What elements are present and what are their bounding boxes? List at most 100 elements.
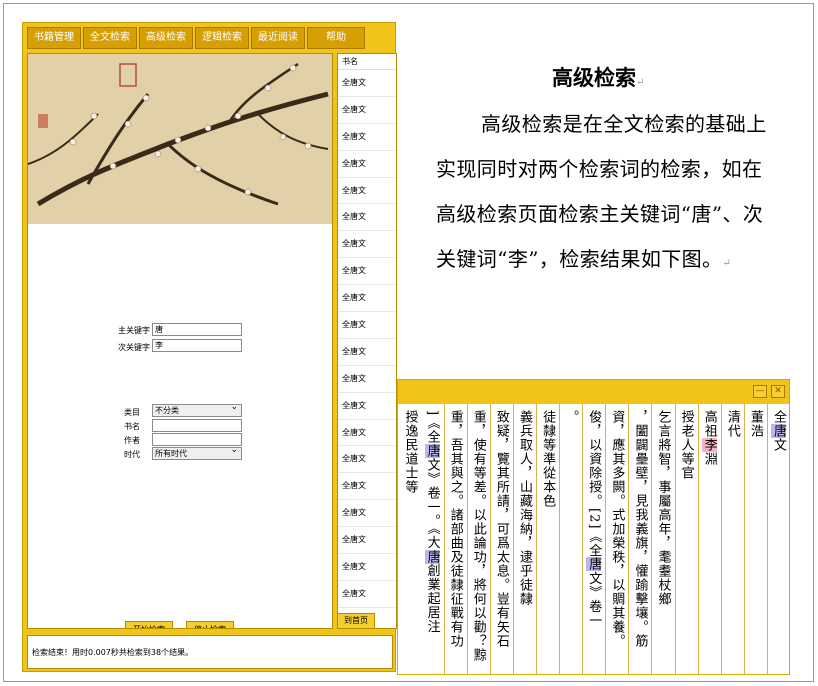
paragraph-mark-icon: ↵ xyxy=(722,258,732,269)
text-segment: 徒隸等準從本色 xyxy=(540,410,556,508)
text-column: 授逸民道士等 xyxy=(398,404,421,674)
highlighted-keyword: 唐 xyxy=(586,557,602,572)
menu-bar: 书籍管理 全文检索 高级检索 逻辑检索 最近阅读 帮助 xyxy=(27,27,365,49)
result-row[interactable]: 全唐文 xyxy=(338,204,396,232)
result-row[interactable]: 全唐文 xyxy=(338,178,396,205)
text-segment: 資，應其多闕。式加榮秩，以賙其養。 xyxy=(609,410,625,648)
text-column: 致疑，覽其所請，可爲太息。豈有矢石 xyxy=(491,404,514,674)
text-segment: 乞言將智，事屬高年，耄耋杖鄉 xyxy=(655,410,671,606)
result-list-header: 书名 xyxy=(338,54,396,70)
menu-logic-search[interactable]: 逻辑检索 xyxy=(195,27,249,49)
minimize-icon[interactable]: — xyxy=(753,385,767,398)
text-segment: 全 xyxy=(771,410,786,424)
text-segment: 高祖 xyxy=(701,410,717,438)
text-segment: 文》卷一。《大 xyxy=(424,458,440,550)
text-segment: 俊，以資除授。[2]《全 xyxy=(586,410,602,558)
text-segment: 重，吾其與之。諸部曲及徒隸征戰有功 xyxy=(447,410,463,648)
text-segment: 文》卷一 xyxy=(586,571,602,628)
text-column: 授老人等官 xyxy=(676,404,699,674)
result-row[interactable]: 全唐文 xyxy=(338,151,396,178)
text-segment: 浩 xyxy=(747,424,763,438)
text-reader-window: — ✕ 全唐文 董浩 清代 高祖李淵 授老人等官 乞言將智，事屬高年，耄耋杖鄉 ，闔闢壘壁，… xyxy=(397,379,790,675)
result-row[interactable]: 全唐文 xyxy=(338,554,396,581)
text-segment: 義兵取人，山藏海納，逮乎徒隸 xyxy=(516,410,532,606)
highlighted-keyword: 唐 xyxy=(771,424,786,438)
menu-help[interactable]: 帮助 xyxy=(307,27,365,49)
vertical-text-columns: 全唐文 董浩 清代 高祖李淵 授老人等官 乞言將智，事屬高年，耄耋杖鄉 ，闔闢壘壁，見我義旗… xyxy=(398,404,789,674)
highlighted-keyword: 唐 xyxy=(424,444,440,459)
result-row[interactable]: 全唐文 xyxy=(338,393,396,420)
author-input[interactable] xyxy=(152,433,242,446)
result-row[interactable]: 全唐文 xyxy=(338,231,396,259)
text-column: 義兵取人，山藏海納，逮乎徒隸 xyxy=(514,404,537,674)
text-column: 俊，以資除授。[2]《全唐文》卷一 xyxy=(583,404,607,674)
category-label: 类目 xyxy=(124,408,140,417)
text-segment: ，闔闢壘壁，見我義旗，懽踰擊壤。筋 xyxy=(632,410,648,648)
text-segment: 重，使有等差。以此論功，將何以勸？黥 xyxy=(470,410,486,662)
search-panel: 主关键字 唐 次关键字 李 类目 不分类 书名 作者 时代 所有时代 开始检索 … xyxy=(27,53,333,629)
close-icon[interactable]: ✕ xyxy=(771,385,785,398)
text-segment: 董 xyxy=(747,410,763,424)
menu-recent-reading[interactable]: 最近阅读 xyxy=(251,27,305,49)
text-segment: 致疑，覽其所請，可爲太息。豈有矢石 xyxy=(493,410,509,648)
sub-keyword-input[interactable]: 李 xyxy=(152,339,242,352)
category-select[interactable]: 不分类 xyxy=(152,402,242,417)
reader-title-bar: — ✕ xyxy=(398,380,789,404)
result-row[interactable]: 全唐文 xyxy=(338,70,396,97)
text-column: ]《全唐文》卷一。《大唐創業起居注 xyxy=(422,404,445,674)
result-row[interactable]: 全唐文 xyxy=(338,258,396,286)
sub-keyword-label: 次关键字 xyxy=(118,343,150,352)
start-search-button[interactable]: 开始检索 xyxy=(125,621,173,628)
result-row[interactable]: 全唐文 xyxy=(338,339,396,366)
result-row[interactable]: 全唐文 xyxy=(338,420,396,447)
section-paragraph-text: 高级检索是在全文检索的基础上实现同时对两个检索词的检索，如在高级检索页面检索主关… xyxy=(436,112,767,271)
bookname-label: 书名 xyxy=(124,422,140,431)
text-column: 資，應其多闕。式加榮秩，以賙其養。 xyxy=(606,404,630,674)
text-column: ，闔闢壘壁，見我義旗，懽踰擊壤。筋 xyxy=(629,404,653,674)
text-segment: 文 xyxy=(771,438,786,452)
highlighted-keyword: 唐 xyxy=(424,549,440,564)
main-keyword-input[interactable]: 唐 xyxy=(152,323,242,336)
text-column: 全唐文 xyxy=(768,404,789,674)
result-row[interactable]: 全唐文 xyxy=(338,366,396,393)
result-row[interactable]: 全唐文 xyxy=(338,500,396,528)
result-row[interactable]: 全唐文 xyxy=(338,527,396,555)
text-column: 。 xyxy=(560,404,584,674)
author-label: 作者 xyxy=(124,436,140,445)
era-select[interactable]: 所有时代 xyxy=(152,445,242,460)
text-column: 清代 xyxy=(722,404,745,674)
menu-advanced-search[interactable]: 高级检索 xyxy=(139,27,193,49)
era-label: 时代 xyxy=(124,450,140,459)
text-segment: 淵 xyxy=(701,452,717,466)
result-row[interactable]: 全唐文 xyxy=(338,285,396,313)
section-paragraph: 高级检索是在全文检索的基础上实现同时对两个检索词的检索，如在高级检索页面检索主关… xyxy=(436,102,781,286)
bookname-input[interactable] xyxy=(152,419,242,432)
result-row[interactable]: 全唐文 xyxy=(338,312,396,339)
result-row[interactable]: 全唐文 xyxy=(338,97,396,124)
result-list: 书名 全唐文 全唐文 全唐文 全唐文 全唐文 全唐文 全唐文 全唐文 全唐文 全唐文 全唐文 全唐文全… xyxy=(337,53,397,629)
result-row[interactable]: 全唐文 xyxy=(338,124,396,151)
section-title: 高级检索↵ xyxy=(552,62,644,92)
text-column: 徒隸等準從本色 xyxy=(537,404,561,674)
menu-fulltext-search[interactable]: 全文检索 xyxy=(83,27,137,49)
text-column: 高祖李淵 xyxy=(699,404,722,674)
first-page-button[interactable]: 到首页 xyxy=(337,613,375,629)
text-column: 重，吾其與之。諸部曲及徒隸征戰有功 xyxy=(445,404,468,674)
result-row[interactable]: 全唐文 xyxy=(338,446,396,474)
section-title-text: 高级检索 xyxy=(552,65,636,90)
paragraph-mark-icon: ↵ xyxy=(636,77,645,88)
text-column: 乞言將智，事屬高年，耄耋杖鄉 xyxy=(652,404,676,674)
main-keyword-label: 主关键字 xyxy=(118,326,150,335)
text-segment: 創業起居注 xyxy=(424,563,440,634)
app-window: 书籍管理 全文检索 高级检索 逻辑检索 最近阅读 帮助 主关键字 唐 次关键字 … xyxy=(22,22,397,672)
document-frame: 书籍管理 全文检索 高级检索 逻辑检索 最近阅读 帮助 主关键字 唐 次关键字 … xyxy=(3,3,814,682)
stop-search-button[interactable]: 停止检索 xyxy=(186,621,234,628)
result-row[interactable]: 全唐文 xyxy=(338,581,396,608)
text-segment: 清代 xyxy=(724,410,740,438)
status-bar: 检索结束！用时0.007秒共检索到38个结果。 xyxy=(27,635,393,669)
result-row[interactable]: 全唐文 xyxy=(338,473,396,501)
text-segment: 授老人等官 xyxy=(678,410,694,480)
menu-book-management[interactable]: 书籍管理 xyxy=(27,27,81,49)
text-segment: ]《全 xyxy=(424,410,440,445)
text-column: 董浩 xyxy=(745,404,768,674)
